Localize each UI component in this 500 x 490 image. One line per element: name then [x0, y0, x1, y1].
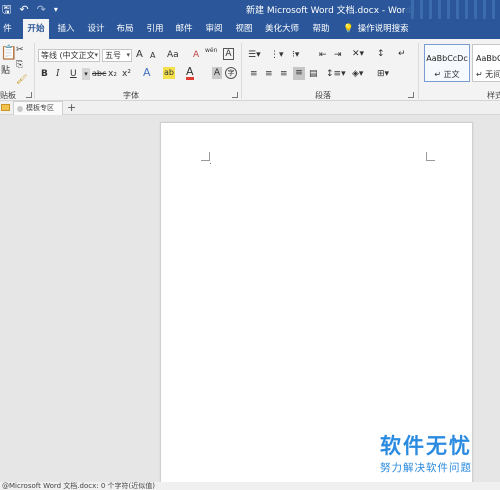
- margin-corner-mark: [201, 152, 210, 161]
- clear-format-button[interactable]: A: [193, 49, 199, 61]
- change-case-button[interactable]: Aa: [167, 49, 179, 61]
- style-normal-sample: AaBbCcDc: [426, 54, 468, 63]
- folder-icon[interactable]: [1, 104, 10, 111]
- group-separator: [34, 43, 35, 99]
- tab-design[interactable]: 设计: [85, 19, 107, 39]
- paragraph-group-label: 段落: [315, 91, 331, 100]
- align-left-icon[interactable]: ≡: [250, 68, 258, 80]
- multilevel-list-icon[interactable]: ⁝▾: [292, 49, 299, 61]
- cut-icon[interactable]: ✂: [16, 44, 24, 56]
- tab-review[interactable]: 审阅: [203, 19, 225, 39]
- ribbon: 📋 贴 ✂ ⎘ 🖌 贴板 等线 (中文正文 ▾ 五号 ▾ A A Aa A wé…: [0, 39, 500, 101]
- font-size-select[interactable]: 五号 ▾: [102, 49, 132, 62]
- align-right-icon[interactable]: ≡: [280, 68, 288, 80]
- undo-icon[interactable]: ↶: [19, 0, 28, 19]
- group-separator: [241, 43, 242, 99]
- underline-button[interactable]: U: [70, 68, 77, 80]
- font-launcher-icon[interactable]: [232, 92, 238, 98]
- text-effects-button[interactable]: A: [143, 67, 151, 79]
- save-icon[interactable]: 🖫: [2, 0, 11, 19]
- chevron-down-icon: ▾: [126, 51, 130, 59]
- styles-group-label: 样式: [487, 91, 500, 100]
- watermark-subtitle: 努力解决软件问题: [380, 462, 472, 474]
- watermark-title: 软件无忧: [380, 434, 472, 458]
- bullets-icon[interactable]: ☰▾: [248, 49, 261, 61]
- font-size-value: 五号: [105, 51, 121, 60]
- increase-indent-icon[interactable]: ⇥: [334, 49, 342, 61]
- line-spacing-icon[interactable]: ↕≡▾: [326, 68, 346, 80]
- ribbon-tab-bar: 件 开始 插入 设计 布局 引用 邮件 审阅 视图 美化大师 帮助 💡 操作说明…: [0, 19, 500, 39]
- tab-references[interactable]: 引用: [144, 19, 166, 39]
- style-normal-name: ↵ 正文: [434, 70, 460, 79]
- char-shading-button[interactable]: A: [212, 67, 222, 79]
- style-no-spacing-name: ↵ 无间: [476, 70, 500, 79]
- group-separator: [418, 43, 419, 99]
- phonetic-guide-button[interactable]: wén: [205, 47, 217, 59]
- tab-home[interactable]: 开始: [23, 19, 49, 39]
- chevron-down-icon[interactable]: ▾: [82, 68, 90, 80]
- strikethrough-button[interactable]: abc: [92, 68, 106, 80]
- template-zone-label: 模板专区: [26, 104, 54, 112]
- grow-font-button[interactable]: A: [136, 49, 143, 61]
- tab-file[interactable]: 件: [0, 19, 15, 39]
- sort-icon[interactable]: ↕: [377, 48, 385, 60]
- copy-icon[interactable]: ⎘: [16, 59, 23, 71]
- tab-insert[interactable]: 插入: [55, 19, 77, 39]
- title-bar: 🖫 ↶ ↷ ▾ 新建 Microsoft Word 文档.docx - Word: [0, 0, 500, 19]
- quick-access-toolbar: 🖫 ↶ ↷ ▾: [0, 0, 58, 19]
- paint-bucket-icon[interactable]: ◈▾: [352, 68, 363, 80]
- style-no-spacing-sample: AaBbCcD: [476, 54, 500, 63]
- paste-label[interactable]: 贴: [1, 65, 10, 77]
- show-marks-icon[interactable]: ↵: [398, 48, 406, 60]
- tab-mailings[interactable]: 邮件: [173, 19, 195, 39]
- style-normal[interactable]: AaBbCcDc ↵ 正文: [424, 44, 470, 82]
- char-border-button[interactable]: A: [223, 48, 234, 60]
- shrink-font-button[interactable]: A: [150, 50, 155, 62]
- format-painter-icon[interactable]: 🖌: [16, 74, 27, 86]
- template-zone-tab[interactable]: 模板专区: [13, 101, 63, 115]
- tell-me-search[interactable]: 💡 操作说明搜索: [343, 19, 409, 39]
- distribute-icon[interactable]: ▤: [309, 68, 318, 80]
- font-name-select[interactable]: 等线 (中文正文 ▾: [38, 49, 100, 62]
- paragraph-launcher-icon[interactable]: [408, 92, 414, 98]
- tell-me-label: 操作说明搜索: [357, 24, 409, 34]
- enclose-char-button[interactable]: 字: [225, 67, 237, 79]
- bold-button[interactable]: B: [41, 68, 48, 80]
- tab-layout[interactable]: 布局: [114, 19, 136, 39]
- redo-icon[interactable]: ↷: [37, 0, 46, 19]
- status-bar: @Microsoft Word 文档.docx: 0 个字符(近似值): [0, 482, 500, 490]
- document-title: 新建 Microsoft Word 文档.docx - Word: [246, 6, 412, 16]
- highlight-button[interactable]: ab: [163, 67, 175, 79]
- title-decoration: [405, 0, 500, 19]
- clipboard-group-label: 贴板: [0, 91, 16, 100]
- font-color-button[interactable]: A: [186, 66, 194, 80]
- justify-icon[interactable]: ≡: [293, 67, 305, 80]
- text-cursor: [210, 163, 211, 164]
- margin-corner-mark: [426, 152, 435, 161]
- chevron-down-icon: ▾: [94, 51, 98, 59]
- tab-help[interactable]: 帮助: [310, 19, 332, 39]
- style-no-spacing[interactable]: AaBbCcD ↵ 无间: [472, 44, 500, 82]
- lightbulb-icon: 💡: [343, 24, 354, 34]
- borders-icon[interactable]: ⊞▾: [377, 68, 389, 80]
- superscript-button[interactable]: x²: [122, 68, 131, 80]
- align-center-icon[interactable]: ≡: [265, 68, 273, 80]
- numbering-icon[interactable]: ⋮▾: [270, 49, 284, 61]
- tab-view[interactable]: 视图: [233, 19, 255, 39]
- tab-beautify[interactable]: 美化大师: [262, 19, 302, 39]
- new-tab-button[interactable]: +: [67, 101, 76, 114]
- italic-button[interactable]: I: [56, 68, 60, 80]
- document-tab-strip: 模板专区 +: [0, 101, 500, 115]
- chinese-layout-icon[interactable]: ✕▾: [352, 48, 364, 60]
- tab-icon: [17, 105, 23, 112]
- font-name-value: 等线 (中文正文: [41, 51, 95, 60]
- paste-icon[interactable]: 📋: [0, 44, 17, 62]
- subscript-button[interactable]: x₂: [108, 68, 117, 80]
- chevron-down-icon[interactable]: ▾: [54, 0, 58, 19]
- font-group-label: 字体: [123, 91, 139, 100]
- decrease-indent-icon[interactable]: ⇤: [319, 49, 327, 61]
- clipboard-launcher-icon[interactable]: [26, 92, 32, 98]
